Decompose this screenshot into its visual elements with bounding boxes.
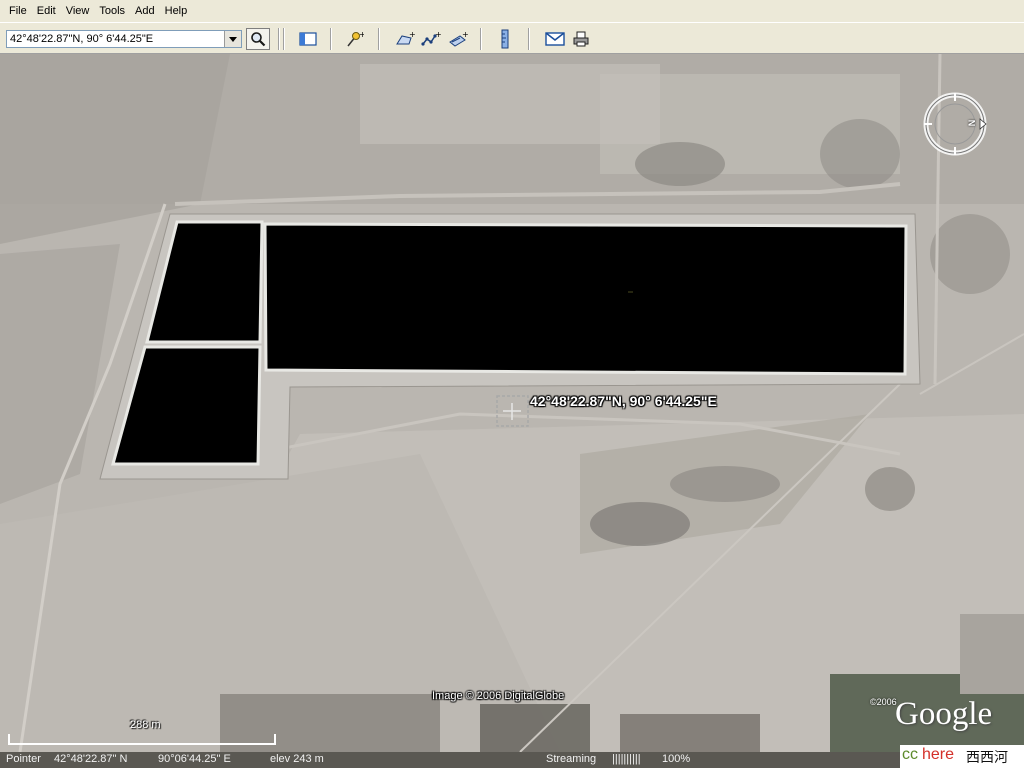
- ruler-icon: [501, 29, 509, 49]
- compass-north-letter: N: [966, 119, 977, 127]
- placemark-icon: +: [347, 30, 364, 47]
- email-icon: [545, 32, 565, 46]
- add-image-overlay-button[interactable]: +: [446, 28, 470, 50]
- satellite-imagery: [0, 54, 1024, 752]
- toolbar-separator: [330, 28, 332, 50]
- sidebar-toggle-button[interactable]: [296, 28, 320, 50]
- search-field[interactable]: [6, 30, 242, 48]
- toolbar-separator: [378, 28, 380, 50]
- image-credit: Image © 2006 DigitalGlobe: [432, 690, 565, 702]
- streaming-percent: 100%: [662, 753, 691, 765]
- print-icon: [573, 31, 589, 47]
- toolbar-separator: [480, 28, 482, 50]
- placemark-label[interactable]: 42°48'22.87"N, 90° 6'44.25"E: [530, 393, 717, 409]
- toolbar-separator: [528, 28, 530, 50]
- toolbar-separator: [278, 28, 280, 50]
- print-button[interactable]: [569, 28, 593, 50]
- watermark-chinese: 西西河: [966, 750, 1008, 766]
- watermark-word: here: [922, 746, 955, 763]
- menu-edit[interactable]: Edit: [32, 5, 61, 17]
- svg-text:+: +: [435, 30, 441, 39]
- map-viewport[interactable]: N 42°48'22.87"N, 90° 6'44.25"E Image © 2…: [0, 54, 1024, 752]
- copyright-year: ©2006: [870, 697, 897, 707]
- search-icon: [251, 32, 266, 47]
- status-bar: Pointer 42°48'22.87" N 90°06'44.25" E el…: [0, 752, 1024, 768]
- svg-text:+: +: [409, 30, 415, 39]
- google-logo: Google: [895, 696, 993, 732]
- watermark: cc here 西西河: [900, 745, 1024, 768]
- menu-help[interactable]: Help: [160, 5, 193, 17]
- sidebar-toggle-icon: [299, 32, 317, 46]
- polygon-icon: +: [396, 30, 415, 45]
- svg-text:+: +: [462, 30, 468, 39]
- scale-label: 288 m: [130, 719, 161, 731]
- search-input[interactable]: [7, 31, 225, 47]
- menu-view[interactable]: View: [61, 5, 95, 17]
- search-dropdown-button[interactable]: [224, 31, 241, 47]
- ruler-button[interactable]: [493, 28, 517, 50]
- pointer-longitude: 90°06'44.25" E: [158, 753, 231, 765]
- menu-tools[interactable]: Tools: [94, 5, 130, 17]
- pointer-latitude: 42°48'22.87" N: [54, 753, 128, 765]
- scale-bar: [8, 734, 276, 745]
- navigation-compass[interactable]: [922, 91, 988, 157]
- streaming-progress: ||||||||||: [612, 753, 641, 765]
- watermark-prefix: cc: [902, 746, 918, 763]
- search-button[interactable]: [246, 28, 270, 50]
- image-overlay-icon: +: [449, 30, 468, 47]
- email-button[interactable]: [543, 28, 567, 50]
- menu-add[interactable]: Add: [130, 5, 160, 17]
- add-polygon-button[interactable]: +: [393, 28, 417, 50]
- menu-bar: File Edit View Tools Add Help: [0, 0, 1024, 22]
- streaming-label: Streaming: [546, 753, 597, 765]
- pointer-label: Pointer: [6, 753, 41, 765]
- chevron-down-icon: [229, 36, 237, 42]
- toolbar: + + + +: [0, 22, 1024, 54]
- svg-text:+: +: [359, 30, 364, 39]
- menu-file[interactable]: File: [4, 5, 32, 17]
- elevation-readout: elev 243 m: [270, 753, 324, 765]
- add-path-button[interactable]: +: [419, 28, 443, 50]
- path-icon: +: [421, 30, 441, 46]
- add-placemark-button[interactable]: +: [342, 28, 366, 50]
- toolbar-separator: [283, 28, 285, 50]
